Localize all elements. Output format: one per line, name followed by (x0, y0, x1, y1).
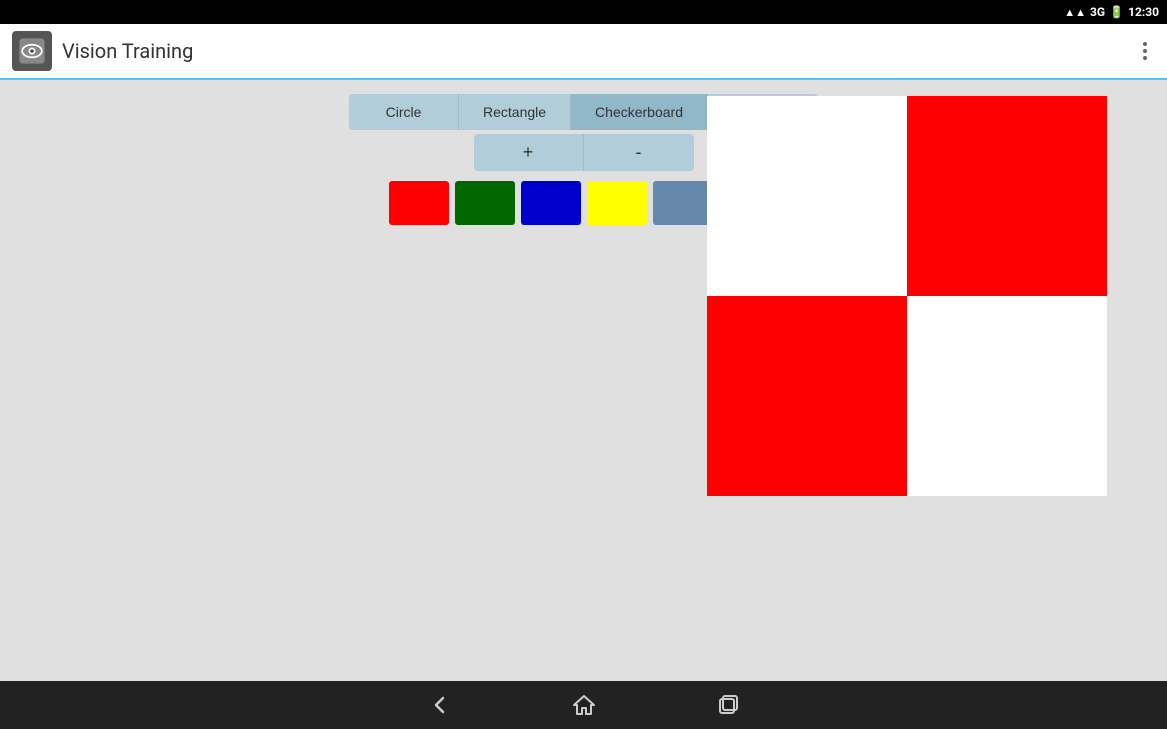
tab-checkerboard[interactable]: Checkerboard (571, 94, 708, 130)
swatch-yellow[interactable] (587, 181, 647, 225)
overflow-menu-button[interactable] (1135, 34, 1155, 68)
app-bar: Vision Training (0, 24, 1167, 80)
app-icon (12, 31, 52, 71)
overflow-dot-1 (1143, 42, 1147, 46)
network-label: 3G (1090, 5, 1105, 19)
nav-bar (0, 681, 1167, 729)
swatch-green[interactable] (455, 181, 515, 225)
tab-rectangle[interactable]: Rectangle (459, 94, 571, 130)
home-button[interactable] (572, 693, 596, 717)
checkerboard-cell-0 (707, 96, 907, 296)
checkerboard-grid (707, 96, 1107, 496)
home-icon (572, 693, 596, 717)
tab-row-2: + - (474, 134, 694, 171)
overflow-dot-2 (1143, 49, 1147, 53)
tab-circle[interactable]: Circle (349, 94, 459, 130)
eye-icon (18, 37, 46, 65)
tab-plus[interactable]: + (474, 134, 584, 171)
battery-icon: 🔋 (1109, 5, 1124, 19)
swatch-red[interactable] (389, 181, 449, 225)
overflow-dot-3 (1143, 56, 1147, 60)
time-display: 12:30 (1128, 5, 1159, 19)
network-icon: ▲▲ (1064, 6, 1086, 19)
checkerboard-cell-1 (907, 96, 1107, 296)
back-button[interactable] (428, 693, 452, 717)
checkerboard-cell-3 (907, 296, 1107, 496)
status-bar: ▲▲ 3G 🔋 12:30 (0, 0, 1167, 24)
checkerboard-cell-2 (707, 296, 907, 496)
canvas-area (707, 96, 1107, 496)
tab-minus[interactable]: - (584, 134, 694, 171)
back-icon (428, 693, 452, 717)
swatch-blue[interactable] (521, 181, 581, 225)
recents-button[interactable] (716, 693, 740, 717)
app-bar-left: Vision Training (12, 31, 193, 71)
swatch-slate[interactable] (653, 181, 713, 225)
main-content: Circle Rectangle Checkerboard Lines + - (0, 80, 1167, 681)
app-title: Vision Training (62, 39, 193, 63)
recents-icon (716, 693, 740, 717)
